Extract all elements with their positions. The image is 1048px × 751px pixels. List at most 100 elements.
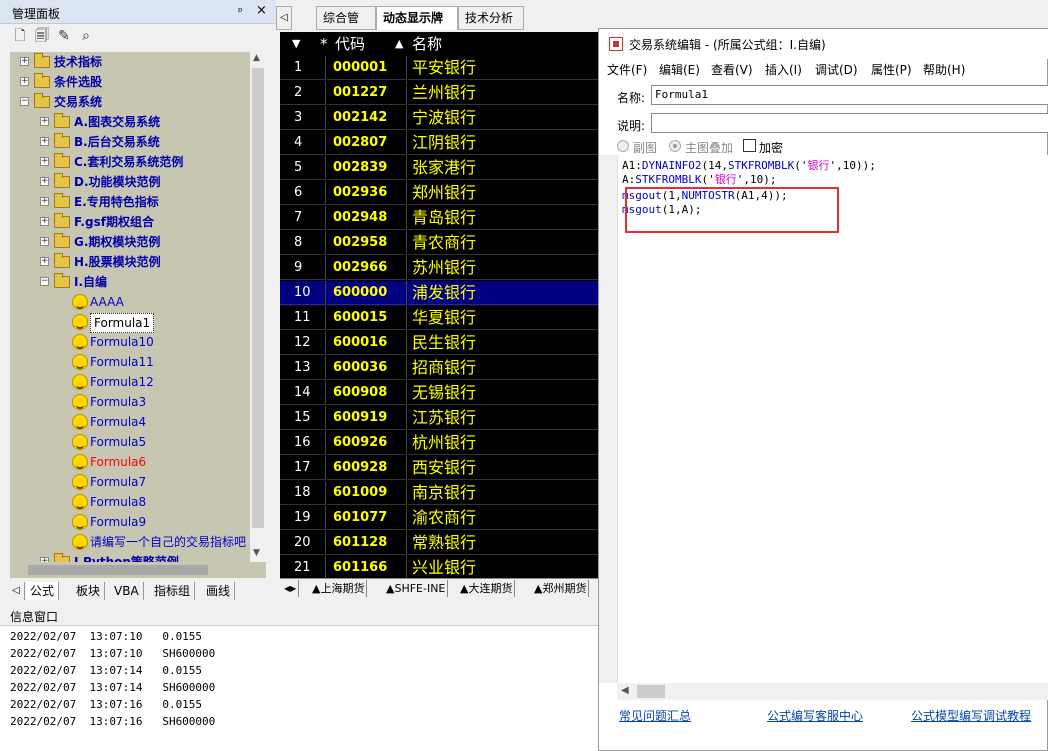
- table-row[interactable]: 1 000001 平安银行: [280, 56, 598, 81]
- tree-vertical-scrollbar[interactable]: ▲ ▼: [250, 52, 266, 562]
- menu-item[interactable]: 帮助(H): [923, 61, 965, 78]
- expander-icon[interactable]: +: [40, 157, 49, 166]
- panel-tab[interactable]: VBA: [110, 582, 144, 600]
- table-row[interactable]: 10 600000 浦发银行: [280, 281, 598, 306]
- tree-item[interactable]: + C.套利交易系统范例: [10, 152, 250, 172]
- tree-item[interactable]: Formula8: [10, 492, 250, 512]
- name-input[interactable]: Formula1: [651, 85, 1048, 105]
- panel-tab[interactable]: 公式: [26, 582, 60, 600]
- table-row[interactable]: 11 600015 华夏银行: [280, 306, 598, 331]
- sort-asc-icon[interactable]: ▲: [395, 32, 403, 56]
- expander-icon[interactable]: +: [40, 217, 49, 226]
- tree-item[interactable]: + H.股票模块范例: [10, 252, 250, 272]
- tree-item[interactable]: + J.Python策略范例: [10, 552, 250, 562]
- menu-item[interactable]: 文件(F): [607, 61, 647, 78]
- panel-tab[interactable]: 画线: [202, 582, 236, 600]
- pin-icon[interactable]: ᵖ: [238, 5, 243, 18]
- tab-scroll-left-icon[interactable]: ◁: [8, 582, 25, 600]
- tree-item[interactable]: + D.功能模块范例: [10, 172, 250, 192]
- expander-icon[interactable]: −: [20, 97, 29, 106]
- tab-2[interactable]: 技术分析: [458, 6, 524, 30]
- tab-0[interactable]: 综合管理: [316, 6, 376, 47]
- tree-item[interactable]: − 交易系统: [10, 92, 250, 112]
- expander-icon[interactable]: +: [40, 237, 49, 246]
- expander-icon[interactable]: +: [40, 117, 49, 126]
- radio-subchart[interactable]: [617, 140, 629, 152]
- tree-item[interactable]: Formula1: [10, 312, 250, 333]
- market-tab[interactable]: ▲大连期货: [458, 580, 516, 597]
- h-scroll-thumb[interactable]: [28, 565, 208, 575]
- panel-tab[interactable]: 板块: [72, 582, 106, 600]
- editor-horizontal-scrollbar[interactable]: ◀: [617, 683, 1048, 700]
- tree-item[interactable]: Formula5: [10, 432, 250, 452]
- close-icon[interactable]: ×: [256, 3, 267, 18]
- menu-item[interactable]: 编辑(E): [659, 61, 700, 78]
- scroll-down-icon[interactable]: ▼: [253, 548, 260, 558]
- table-row[interactable]: 20 601128 常熟银行: [280, 531, 598, 556]
- tree-item[interactable]: Formula11: [10, 352, 250, 372]
- expander-icon[interactable]: +: [40, 257, 49, 266]
- tree-item[interactable]: Formula12: [10, 372, 250, 392]
- table-row[interactable]: 2 001227 兰州银行: [280, 81, 598, 106]
- encrypt-checkbox[interactable]: [743, 139, 756, 152]
- tree-item[interactable]: + B.后台交易系统: [10, 132, 250, 152]
- edit-icon[interactable]: ✎: [56, 28, 72, 44]
- link-tutorial[interactable]: 公式模型编写调试教程: [911, 707, 1031, 724]
- editor-scroll-thumb[interactable]: [637, 685, 665, 698]
- expander-icon[interactable]: −: [40, 277, 49, 286]
- tree-item[interactable]: Formula7: [10, 472, 250, 492]
- expander-icon[interactable]: +: [40, 177, 49, 186]
- table-row[interactable]: 18 601009 南京银行: [280, 481, 598, 506]
- radio-main-overlay[interactable]: [669, 140, 681, 152]
- menu-item[interactable]: 插入(I): [765, 61, 802, 78]
- tree-item[interactable]: + 技术指标: [10, 52, 250, 72]
- scroll-left-icon[interactable]: ◀: [621, 685, 629, 696]
- link-faq[interactable]: 常见问题汇总: [619, 707, 691, 724]
- market-tab[interactable]: ▲上海期货: [310, 580, 368, 597]
- tree-item[interactable]: Formula3: [10, 392, 250, 412]
- expander-icon[interactable]: +: [20, 77, 29, 86]
- table-row[interactable]: 3 002142 宁波银行: [280, 106, 598, 131]
- tree-item[interactable]: Formula6: [10, 452, 250, 472]
- tab-1[interactable]: 动态显示牌: [376, 6, 458, 30]
- tree-item[interactable]: 请编写一个自己的交易指标吧: [10, 532, 250, 552]
- tab-nav-icons[interactable]: ◀▶: [282, 580, 300, 597]
- menu-item[interactable]: 调试(D): [815, 61, 858, 78]
- table-row[interactable]: 15 600919 江苏银行: [280, 406, 598, 431]
- table-row[interactable]: 17 600928 西安银行: [280, 456, 598, 481]
- search-icon[interactable]: ⌕: [78, 28, 94, 44]
- tree-item[interactable]: + E.专用特色指标: [10, 192, 250, 212]
- table-row[interactable]: 13 600036 招商银行: [280, 356, 598, 381]
- menu-item[interactable]: 属性(P): [871, 61, 912, 78]
- new-formula-icon[interactable]: 🗋: [12, 28, 28, 44]
- tree-item[interactable]: + F.gsf期权组合: [10, 212, 250, 232]
- market-tab[interactable]: ▲郑州期货: [532, 580, 590, 597]
- table-row[interactable]: 12 600016 民生银行: [280, 331, 598, 356]
- table-row[interactable]: 14 600908 无锡银行: [280, 381, 598, 406]
- tree-item[interactable]: + 条件选股: [10, 72, 250, 92]
- expander-icon[interactable]: +: [40, 197, 49, 206]
- scroll-up-icon[interactable]: ▲: [253, 53, 260, 63]
- table-row[interactable]: 8 002958 青农商行: [280, 231, 598, 256]
- new-folder-icon[interactable]: 🗐: [34, 28, 50, 44]
- tree-item[interactable]: Formula10: [10, 332, 250, 352]
- expander-icon[interactable]: +: [40, 137, 49, 146]
- tree-item[interactable]: AAAA: [10, 292, 250, 312]
- table-row[interactable]: 9 002966 苏州银行: [280, 256, 598, 281]
- expander-icon[interactable]: +: [20, 57, 29, 66]
- header-name[interactable]: 名称: [412, 32, 442, 56]
- header-code[interactable]: 代码: [335, 32, 365, 56]
- scroll-thumb[interactable]: [252, 68, 264, 528]
- table-row[interactable]: 5 002839 张家港行: [280, 156, 598, 181]
- code-editor[interactable]: A1:DYNAINFO2(14,STKFROMBLK('银行',10)); A:S…: [617, 155, 1048, 683]
- desc-input[interactable]: [651, 113, 1048, 133]
- menu-item[interactable]: 查看(V): [711, 61, 753, 78]
- tab-prev-icon[interactable]: ◁: [276, 6, 292, 30]
- table-row[interactable]: 19 601077 渝农商行: [280, 506, 598, 531]
- tree-item[interactable]: Formula9: [10, 512, 250, 532]
- tree-item[interactable]: − I.自编: [10, 272, 250, 292]
- link-support[interactable]: 公式编写客服中心: [767, 707, 863, 724]
- table-row[interactable]: 4 002807 江阴银行: [280, 131, 598, 156]
- table-row[interactable]: 21 601166 兴业银行: [280, 556, 598, 578]
- tree-item[interactable]: + G.期权模块范例: [10, 232, 250, 252]
